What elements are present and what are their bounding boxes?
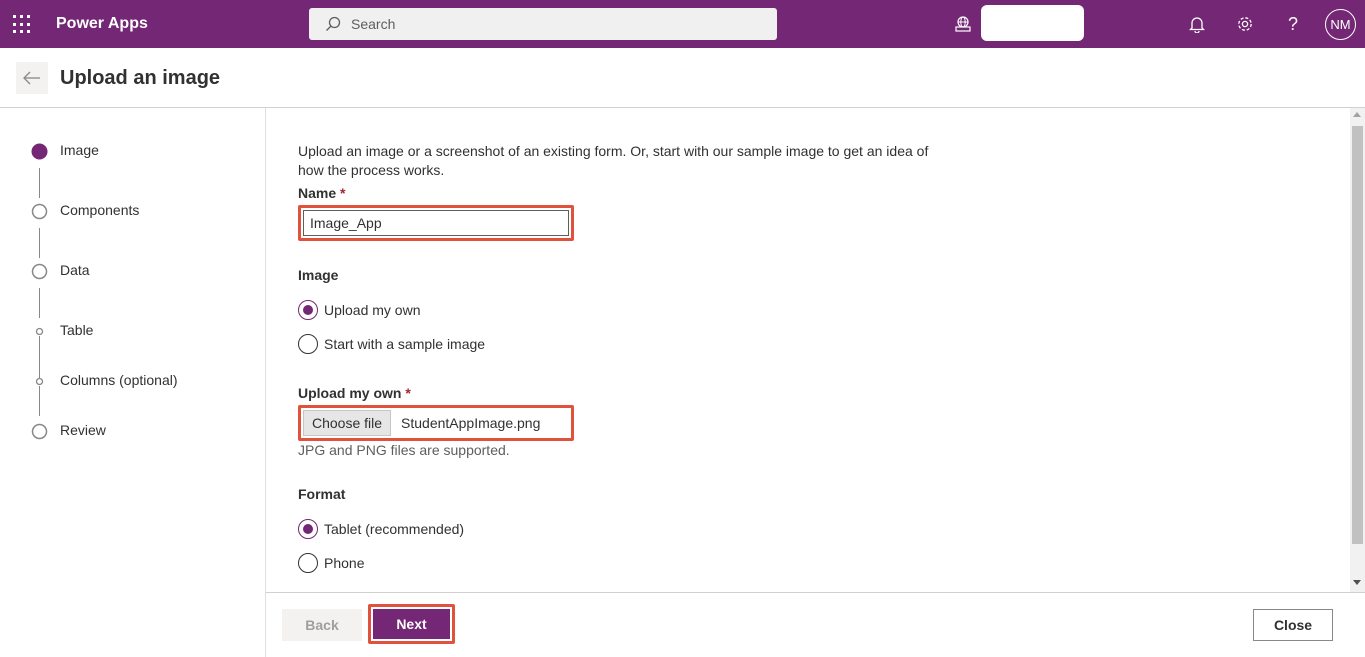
name-input-highlight bbox=[298, 205, 574, 241]
waffle-icon[interactable] bbox=[13, 15, 33, 35]
radio-unchecked[interactable] bbox=[298, 334, 318, 354]
radio-tablet[interactable]: Tablet (recommended) bbox=[298, 518, 464, 540]
upload-help-text: JPG and PNG files are supported. bbox=[298, 442, 510, 458]
upload-image-form: Upload an image or a screenshot of an ex… bbox=[266, 108, 1350, 592]
radio-upload-my-own[interactable]: Upload my own bbox=[298, 299, 421, 321]
selected-file-name: StudentAppImage.png bbox=[401, 415, 541, 431]
substep-icon bbox=[35, 377, 44, 386]
name-label: Name * bbox=[298, 185, 345, 201]
step-label: Data bbox=[60, 262, 90, 278]
intro-text: Upload an image or a screenshot of an ex… bbox=[298, 143, 929, 178]
next-button[interactable]: Next bbox=[373, 609, 450, 639]
upload-label: Upload my own * bbox=[298, 385, 411, 401]
step-image[interactable]: Image bbox=[0, 140, 265, 164]
name-input[interactable] bbox=[303, 210, 569, 236]
step-components[interactable]: Components bbox=[0, 200, 265, 224]
back-arrow-button[interactable] bbox=[16, 62, 48, 94]
arrow-left-icon bbox=[23, 71, 40, 85]
help-icon[interactable]: ? bbox=[1283, 14, 1303, 34]
scroll-up-arrow-icon[interactable] bbox=[1353, 112, 1361, 117]
required-mark: * bbox=[340, 185, 346, 201]
required-mark: * bbox=[405, 385, 411, 401]
back-button[interactable]: Back bbox=[282, 609, 362, 641]
step-table[interactable]: Table bbox=[0, 320, 265, 344]
step-current-icon bbox=[31, 143, 48, 160]
environment-icon[interactable] bbox=[954, 15, 972, 36]
radio-checked[interactable] bbox=[298, 519, 318, 539]
file-input-highlight: Choose file StudentAppImage.png bbox=[298, 405, 574, 441]
search-box[interactable] bbox=[309, 8, 777, 40]
substep-icon bbox=[35, 327, 44, 336]
step-label: Columns (optional) bbox=[60, 372, 178, 388]
app-name[interactable]: Power Apps bbox=[56, 15, 148, 33]
name-label-text: Name bbox=[298, 185, 337, 201]
step-connector bbox=[39, 228, 40, 258]
radio-label: Phone bbox=[324, 555, 365, 571]
page-title: Upload an image bbox=[60, 67, 221, 89]
step-label: Review bbox=[60, 422, 106, 438]
scroll-thumb[interactable] bbox=[1352, 126, 1363, 544]
footer-divider bbox=[266, 592, 1365, 593]
search-icon bbox=[326, 16, 341, 31]
step-label: Image bbox=[60, 142, 99, 158]
radio-phone[interactable]: Phone bbox=[298, 552, 364, 574]
step-data[interactable]: Data bbox=[0, 260, 265, 284]
environment-selector[interactable] bbox=[981, 5, 1084, 41]
step-connector bbox=[39, 288, 40, 318]
upload-label-text: Upload my own bbox=[298, 385, 402, 401]
step-pending-icon bbox=[31, 423, 48, 440]
radio-label: Tablet (recommended) bbox=[324, 521, 465, 537]
step-columns[interactable]: Columns (optional) bbox=[0, 370, 265, 394]
radio-checked[interactable] bbox=[298, 300, 318, 320]
format-label: Format bbox=[298, 486, 346, 502]
bell-icon[interactable] bbox=[1187, 14, 1207, 34]
avatar[interactable]: NM bbox=[1325, 9, 1356, 40]
image-label: Image bbox=[298, 267, 339, 283]
close-button[interactable]: Close bbox=[1253, 609, 1333, 641]
scroll-down-arrow-icon[interactable] bbox=[1353, 580, 1361, 585]
next-button-highlight: Next bbox=[368, 604, 455, 644]
radio-sample-image[interactable]: Start with a sample image bbox=[298, 333, 485, 355]
wizard-stepper: Image Components Data Table Columns (opt… bbox=[0, 108, 265, 657]
choose-file-button[interactable]: Choose file bbox=[303, 410, 392, 436]
top-bar: Power Apps ? NM bbox=[0, 0, 1365, 48]
search-input[interactable] bbox=[351, 16, 731, 32]
step-pending-icon bbox=[31, 263, 48, 280]
radio-label: Start with a sample image bbox=[324, 336, 486, 352]
radio-unchecked[interactable] bbox=[298, 553, 318, 573]
step-label: Table bbox=[60, 322, 94, 338]
step-pending-icon bbox=[31, 203, 48, 220]
step-label: Components bbox=[60, 202, 140, 218]
step-review[interactable]: Review bbox=[0, 420, 265, 444]
gear-icon[interactable] bbox=[1235, 14, 1255, 34]
vertical-scrollbar[interactable] bbox=[1350, 108, 1365, 592]
step-connector bbox=[39, 168, 40, 198]
radio-label: Upload my own bbox=[324, 302, 421, 318]
